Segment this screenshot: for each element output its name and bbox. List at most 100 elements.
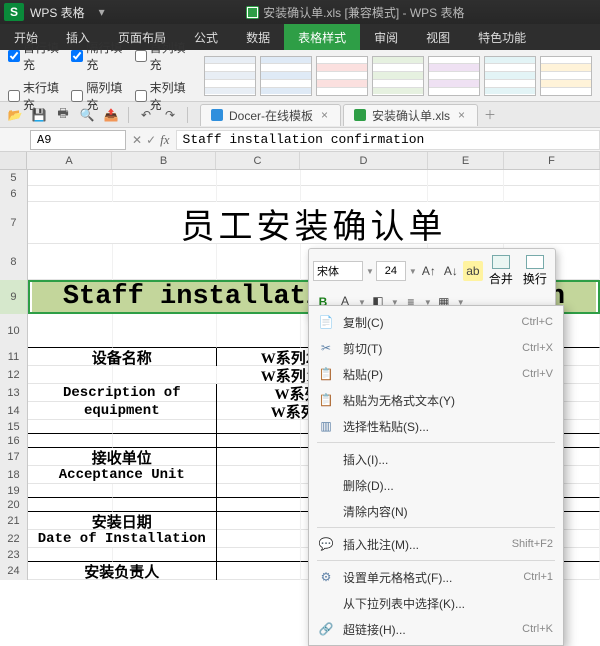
merge-button[interactable]: 合并 — [485, 253, 517, 289]
cell[interactable] — [217, 448, 301, 466]
table-style-6[interactable] — [484, 56, 536, 96]
cell[interactable] — [28, 420, 113, 434]
menu-4[interactable]: 数据 — [232, 24, 284, 50]
row-header[interactable]: 20 — [0, 498, 28, 512]
accept-icon[interactable]: ✓ — [146, 133, 156, 147]
row-header[interactable]: 8 — [0, 244, 28, 280]
row-header[interactable]: 19 — [0, 484, 28, 498]
cell[interactable] — [217, 498, 301, 512]
cell[interactable] — [113, 170, 217, 186]
redo-icon[interactable]: ↷ — [159, 105, 181, 125]
cell[interactable] — [217, 244, 301, 280]
cell[interactable]: 设备名称 — [28, 348, 217, 366]
table-style-2[interactable] — [260, 56, 312, 96]
tab-document[interactable]: 安装确认单.xls × — [343, 104, 478, 126]
check-option[interactable]: 首列填充 — [135, 39, 186, 73]
chevron-down-icon[interactable]: ▼ — [409, 267, 417, 276]
wrap-button[interactable]: 换行 — [519, 253, 551, 289]
row-header[interactable]: 5 — [0, 170, 28, 186]
menu-3[interactable]: 公式 — [180, 24, 232, 50]
font-size-select[interactable] — [376, 261, 406, 281]
formula-input[interactable] — [176, 130, 600, 150]
menu-item[interactable]: 删除(D)... — [309, 472, 563, 498]
row-header[interactable]: 24 — [0, 562, 28, 580]
row-header[interactable]: 16 — [0, 434, 28, 448]
table-style-3[interactable] — [316, 56, 368, 96]
menu-item[interactable]: 💬插入批注(M)...Shift+F2 — [309, 531, 563, 557]
select-all-corner[interactable] — [0, 152, 27, 169]
table-style-7[interactable] — [540, 56, 592, 96]
cell[interactable] — [28, 244, 113, 280]
row-header[interactable]: 9 — [0, 280, 28, 314]
menu-item[interactable]: 📄复制(C)Ctrl+C — [309, 309, 563, 335]
cancel-icon[interactable]: ✕ — [132, 133, 142, 147]
cell[interactable]: equipment — [28, 402, 217, 420]
cell[interactable] — [217, 548, 301, 562]
menu-item[interactable]: 从下拉列表中选择(K)... — [309, 590, 563, 616]
menu-6[interactable]: 审阅 — [360, 24, 412, 50]
menu-8[interactable]: 特色功能 — [464, 24, 540, 50]
cell[interactable] — [28, 170, 113, 186]
row-header[interactable]: 22 — [0, 530, 28, 548]
fx-icon[interactable]: fx — [160, 132, 169, 148]
highlight-icon[interactable]: ab — [463, 261, 483, 281]
cell[interactable]: 安装日期 — [28, 512, 217, 530]
col-header[interactable]: F — [504, 152, 600, 169]
col-header[interactable]: A — [27, 152, 112, 169]
cell[interactable] — [28, 484, 113, 498]
cell[interactable]: Acceptance Unit — [28, 466, 217, 484]
cell[interactable] — [217, 512, 301, 530]
row-header[interactable]: 10 — [0, 314, 28, 348]
cell[interactable] — [217, 484, 301, 498]
cell[interactable] — [113, 484, 217, 498]
cell[interactable] — [504, 170, 600, 186]
col-header[interactable]: D — [300, 152, 428, 169]
cell[interactable] — [28, 366, 113, 384]
menu-item[interactable]: ✂剪切(T)Ctrl+X — [309, 335, 563, 361]
close-icon[interactable]: × — [319, 108, 330, 122]
cell[interactable] — [428, 170, 504, 186]
row-header[interactable]: 7 — [0, 202, 28, 244]
row-header[interactable]: 21 — [0, 512, 28, 530]
table-style-5[interactable] — [428, 56, 480, 96]
font-select[interactable] — [313, 261, 363, 281]
cell[interactable] — [217, 314, 301, 348]
name-box[interactable] — [30, 130, 126, 150]
save-icon[interactable]: 💾 — [28, 105, 50, 125]
row-header[interactable]: 23 — [0, 548, 28, 562]
menu-item[interactable]: 清除内容(N) — [309, 498, 563, 524]
folder-open-icon[interactable]: 📂 — [4, 105, 26, 125]
row-header[interactable]: 6 — [0, 186, 28, 202]
cell[interactable] — [217, 434, 301, 448]
cell[interactable] — [113, 366, 217, 384]
cell[interactable] — [217, 170, 301, 186]
menu-item[interactable]: ⚙设置单元格格式(F)...Ctrl+1 — [309, 564, 563, 590]
row-header[interactable]: 15 — [0, 420, 28, 434]
cell[interactable] — [217, 530, 301, 548]
menu-item[interactable]: ▥选择性粘贴(S)... — [309, 413, 563, 439]
tab-docer[interactable]: Docer-在线模板 × — [200, 104, 341, 126]
cell[interactable]: 接收单位 — [28, 448, 217, 466]
col-header[interactable]: B — [112, 152, 216, 169]
app-menu-caret[interactable]: ▾ — [93, 5, 111, 19]
check-option[interactable]: 首行填充 — [8, 39, 59, 73]
menu-5[interactable]: 表格样式 — [284, 24, 360, 50]
menu-item[interactable]: 🔗超链接(H)...Ctrl+K — [309, 616, 563, 642]
menu-item[interactable]: 插入(I)... — [309, 446, 563, 472]
cell[interactable] — [217, 562, 301, 580]
col-header[interactable]: C — [216, 152, 300, 169]
export-icon[interactable]: 📤 — [100, 105, 122, 125]
cell[interactable]: Description of — [28, 384, 217, 402]
cell[interactable]: Date of Installation — [28, 530, 217, 548]
cell[interactable]: 员工安装确认单 — [28, 202, 600, 244]
row-header[interactable]: 12 — [0, 366, 28, 384]
col-header[interactable]: E — [428, 152, 504, 169]
undo-icon[interactable]: ↶ — [135, 105, 157, 125]
close-icon[interactable]: × — [456, 108, 467, 122]
table-style-4[interactable] — [372, 56, 424, 96]
cell[interactable] — [113, 420, 217, 434]
print-icon[interactable]: 🖶 — [52, 105, 74, 125]
decrease-font-icon[interactable]: A↓ — [441, 261, 461, 281]
row-header[interactable]: 13 — [0, 384, 28, 402]
print-preview-icon[interactable]: 🔍 — [76, 105, 98, 125]
